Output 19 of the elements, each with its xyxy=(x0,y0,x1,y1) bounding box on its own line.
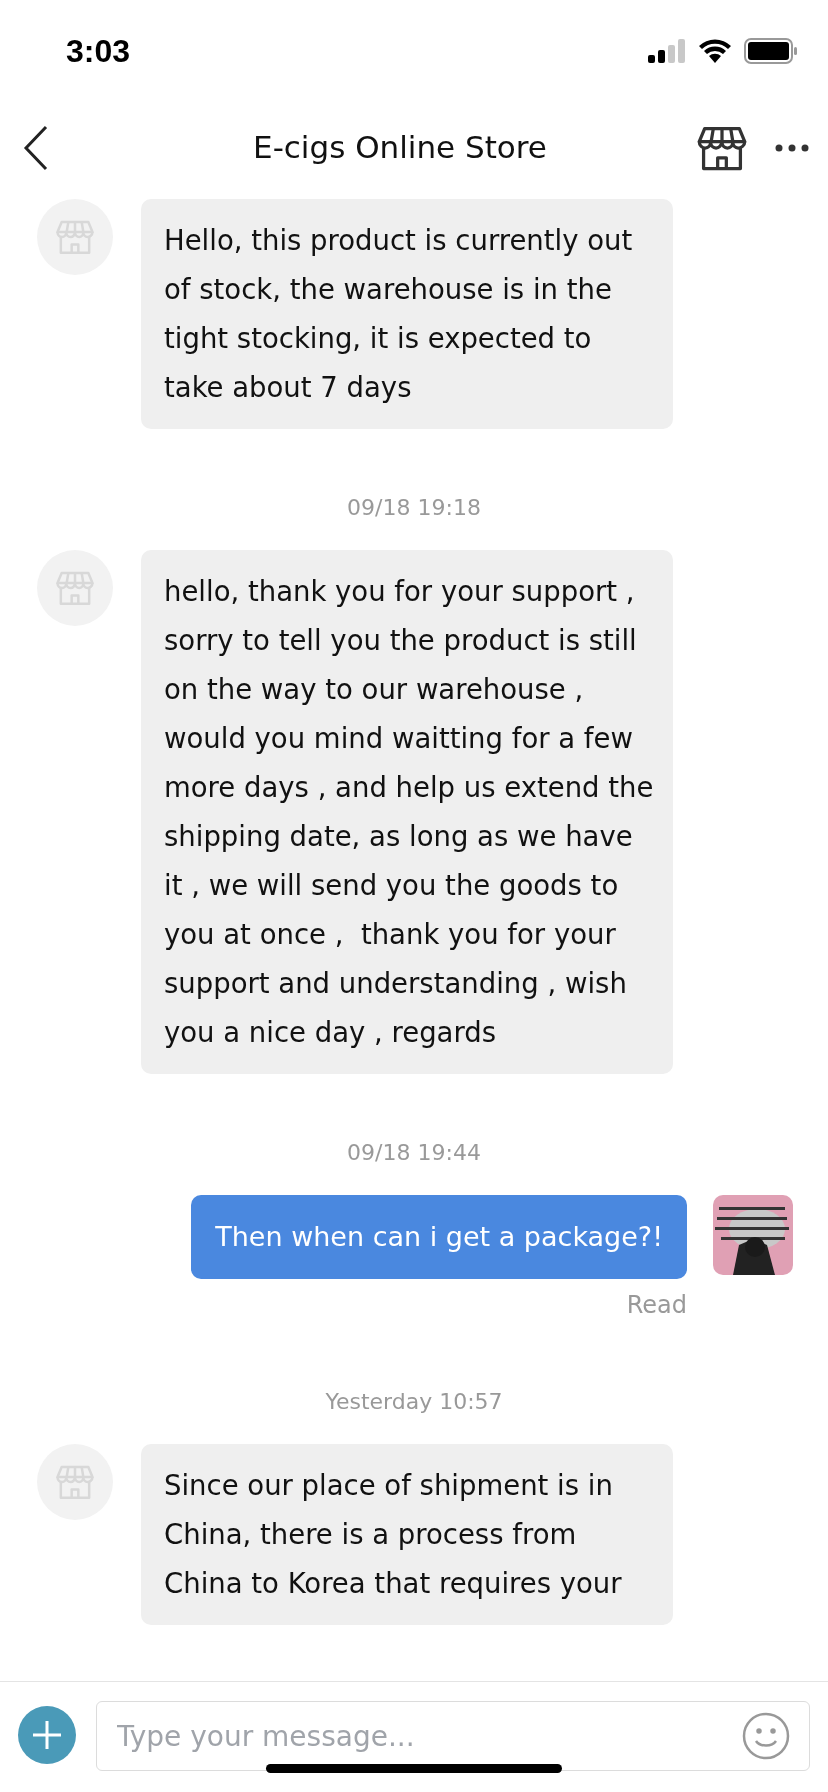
message-timestamp: 09/18 19:18 xyxy=(347,494,481,522)
message-timestamp: Yesterday 10:57 xyxy=(325,1388,503,1416)
message-timestamp: 09/18 19:44 xyxy=(347,1139,481,1167)
wifi-icon xyxy=(698,39,732,63)
message-text: hello, thank you for your support , sorry to tell you the product is still on the way to our warehouse , would you mind waitting for a few more days , and help us extend the shipping date, as long as we have it , we will send you the goods to you at once , thank you for your support and understanding , wish you a nice day , regards xyxy=(164,574,655,1050)
message-text: Hello, this product is currently out of stock, the warehouse is in the tight stocking, it is expected to take about 7 days xyxy=(164,223,634,405)
emoji-icon[interactable] xyxy=(742,1712,790,1760)
battery-icon xyxy=(744,38,798,64)
store-title: E-cigs Online Store xyxy=(253,128,547,168)
status-time: 3:03 xyxy=(66,32,131,71)
back-icon xyxy=(23,124,49,171)
message-text: Then when can i get a package?! xyxy=(215,1219,663,1254)
read-receipt: Read xyxy=(626,1290,687,1321)
message-text: Since our place of shipment is in China, there is a process from China to Korea that requires your xyxy=(164,1468,623,1601)
message-field[interactable]: Type your message... xyxy=(96,1701,810,1771)
add-button[interactable] xyxy=(18,1706,76,1764)
signal-icon xyxy=(648,39,686,63)
plus-icon xyxy=(32,1720,62,1750)
more-icon xyxy=(775,143,809,152)
